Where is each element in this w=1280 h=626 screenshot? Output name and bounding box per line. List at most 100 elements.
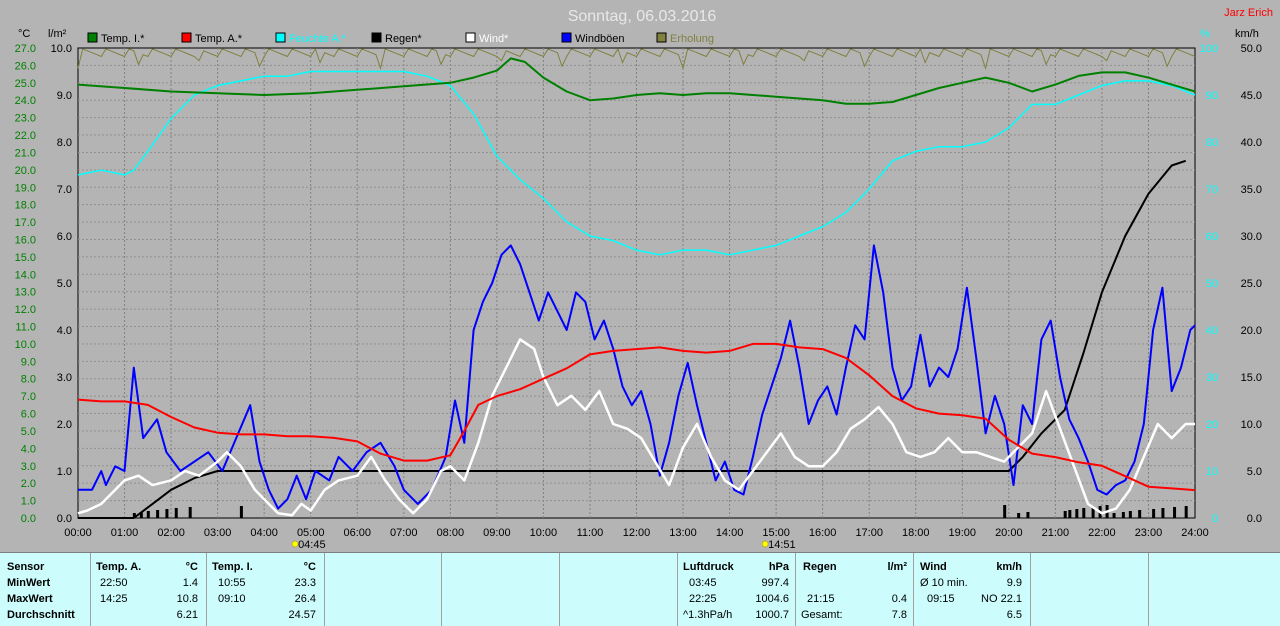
- rain-bar: [239, 506, 243, 518]
- rain-bar: [1063, 511, 1067, 518]
- temp-tick: 16.0: [15, 234, 36, 246]
- rain-bar: [1121, 512, 1125, 518]
- time-tick: 17:00: [855, 527, 883, 539]
- rain-bar: [1161, 508, 1165, 518]
- temp-tick: 8.0: [21, 374, 36, 386]
- rain-tick: 8.0: [57, 137, 72, 149]
- rain-bar: [1128, 511, 1132, 518]
- rain-tick: 1.0: [57, 466, 72, 478]
- wind-tick: 15.0: [1241, 372, 1262, 384]
- temp-i-unit: °C: [303, 561, 316, 573]
- temp-tick: 22.0: [15, 130, 36, 142]
- wind-tick: 35.0: [1241, 184, 1262, 196]
- time-tick: 18:00: [902, 527, 930, 539]
- time-tick: 12:00: [623, 527, 651, 539]
- min-label: MinWert: [7, 577, 51, 589]
- temp-tick: 9.0: [21, 356, 36, 368]
- humidity-tick: 60: [1206, 231, 1218, 243]
- rain-bar: [146, 511, 150, 518]
- temp-tick: 0.0: [21, 513, 36, 525]
- time-tick: 11:00: [577, 527, 604, 539]
- time-tick: 24:00: [1181, 527, 1209, 539]
- time-tick: 20:00: [995, 527, 1023, 539]
- stats-empty-2: [441, 553, 560, 626]
- temp-tick: 13.0: [15, 287, 36, 299]
- time-tick: 09:00: [483, 527, 511, 539]
- humidity-tick: 30: [1206, 372, 1218, 384]
- rain-tick: 10.0: [51, 43, 72, 55]
- stats-temp-a-section: Temp. A. °C 22:50 1.4 14:25 10.8 6.21: [90, 553, 207, 626]
- legend-swatch-4: [465, 32, 476, 43]
- humidity-tick: 50: [1206, 278, 1218, 290]
- stats-labels-section: Sensor MinWert MaxWert Durchschnitt: [0, 553, 91, 626]
- legend-swatch-2: [275, 32, 286, 43]
- rain-total: 7.8: [891, 609, 907, 621]
- stats-empty-3: [559, 553, 678, 626]
- stats-panel: Sensor MinWert MaxWert Durchschnitt Temp…: [0, 552, 1280, 626]
- wind-header: Wind: [920, 561, 947, 573]
- time-tick: 05:00: [297, 527, 325, 539]
- stats-wind-section: Wind km/h Ø 10 min. 9.9 09:15 NO 22.1 6.…: [913, 553, 1031, 626]
- time-tick: 16:00: [809, 527, 837, 539]
- humidity-tick: 20: [1206, 419, 1218, 431]
- stats-pressure-section: Luftdruck hPa 03:45 997.4 22:25 1004.6 ^…: [677, 553, 796, 626]
- time-tick: 15:00: [762, 527, 790, 539]
- temp-tick: 1.0: [21, 496, 36, 508]
- humidity-tick: 90: [1206, 90, 1218, 102]
- rain-bar: [1068, 510, 1072, 518]
- wind-unit: km/h: [996, 561, 1022, 573]
- stats-rain-section: Regen l/m² 21:15 0.4 Gesamt: 7.8: [795, 553, 914, 626]
- temp-tick: 6.0: [21, 409, 36, 421]
- wind-tick: 20.0: [1241, 325, 1262, 337]
- temp-i-max-time: 09:10: [218, 593, 246, 605]
- chart-title: Sonntag, 06.03.2016: [568, 8, 717, 25]
- temp-i-avg: 24.57: [288, 609, 316, 621]
- time-tick: 00:00: [64, 527, 92, 539]
- time-tick: 23:00: [1135, 527, 1163, 539]
- temp-a-min: 1.4: [182, 577, 198, 589]
- rain-bar: [165, 509, 169, 518]
- legend-swatch-0: [87, 32, 98, 43]
- rain-bar: [1017, 513, 1021, 518]
- legend-label-0: Temp. I.*: [101, 33, 145, 45]
- rain-unit: l/m²: [887, 561, 907, 573]
- temp-unit-label: °C: [18, 28, 30, 40]
- rain-bar: [1173, 507, 1177, 518]
- rain-bar: [1112, 513, 1116, 518]
- time-tick: 14:00: [716, 527, 744, 539]
- temp-tick: 15.0: [15, 252, 36, 264]
- legend-label-2: Feuchte A.*: [289, 33, 347, 45]
- temp-tick: 4.0: [21, 443, 36, 455]
- stats-empty-1: [324, 553, 442, 626]
- rain-tick: 3.0: [57, 372, 72, 384]
- temp-a-max: 10.8: [176, 593, 198, 605]
- temp-tick: 3.0: [21, 461, 36, 473]
- avg-label: Durchschnitt: [7, 609, 75, 621]
- humidity-tick: 80: [1206, 137, 1218, 149]
- rain-bar: [1082, 508, 1086, 518]
- temp-i-header: Temp. I.: [212, 561, 253, 573]
- stats-temp-i-section: Temp. I. °C 10:55 23.3 09:10 26.4 24.57: [206, 553, 325, 626]
- stats-empty-4: [1030, 553, 1149, 626]
- temp-tick: 24.0: [15, 95, 36, 107]
- time-tick: 21:00: [1042, 527, 1070, 539]
- temp-tick: 17.0: [15, 217, 36, 229]
- pressure-trend: ^1.3hPa/h: [683, 609, 733, 621]
- legend-swatch-6: [656, 32, 667, 43]
- temp-tick: 5.0: [21, 426, 36, 438]
- wind-tick: 30.0: [1241, 231, 1262, 243]
- time-tick: 19:00: [949, 527, 977, 539]
- sun-time-label: 14:51: [768, 539, 796, 551]
- rain-tick: 6.0: [57, 231, 72, 243]
- wind-avg-day: 6.5: [1006, 609, 1022, 621]
- temp-a-header: Temp. A.: [96, 561, 142, 573]
- rain-time: 21:15: [807, 593, 835, 605]
- rain-total-label: Gesamt:: [801, 609, 843, 621]
- temp-i-max: 26.4: [294, 593, 316, 605]
- time-tick: 02:00: [157, 527, 185, 539]
- rain-tick: 4.0: [57, 325, 72, 337]
- temp-tick: 7.0: [21, 391, 36, 403]
- legend-label-6: Erholung: [670, 33, 714, 45]
- temp-tick: 18.0: [15, 200, 36, 212]
- temp-tick: 19.0: [15, 182, 36, 194]
